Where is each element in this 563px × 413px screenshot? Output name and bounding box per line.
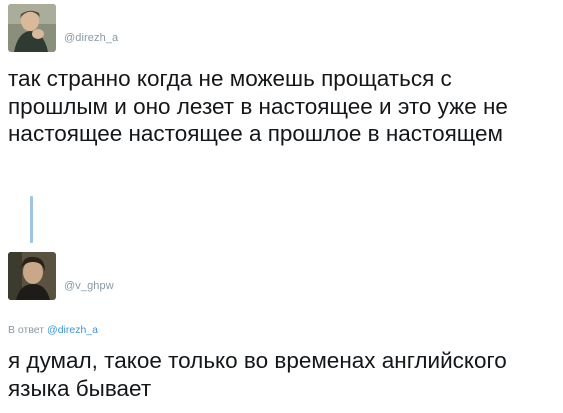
tweet-text: я думал, такое только во временах англий… (8, 348, 507, 401)
avatar-photo-icon (8, 252, 56, 300)
reply-mention-link[interactable]: @direzh_a (47, 324, 98, 336)
reply-context: В ответ @direzh_a (8, 324, 98, 336)
avatar[interactable] (8, 4, 56, 52)
reply-prefix: В ответ (8, 324, 45, 336)
user-handle[interactable]: @direzh_a (64, 32, 118, 44)
avatar[interactable] (8, 252, 56, 300)
tweet-text: так странно когда не можешь прощаться с … (8, 66, 508, 146)
avatar-photo-icon (8, 4, 56, 52)
user-handle[interactable]: @v_ghpw (64, 280, 114, 292)
thread-connector-line (30, 196, 33, 243)
